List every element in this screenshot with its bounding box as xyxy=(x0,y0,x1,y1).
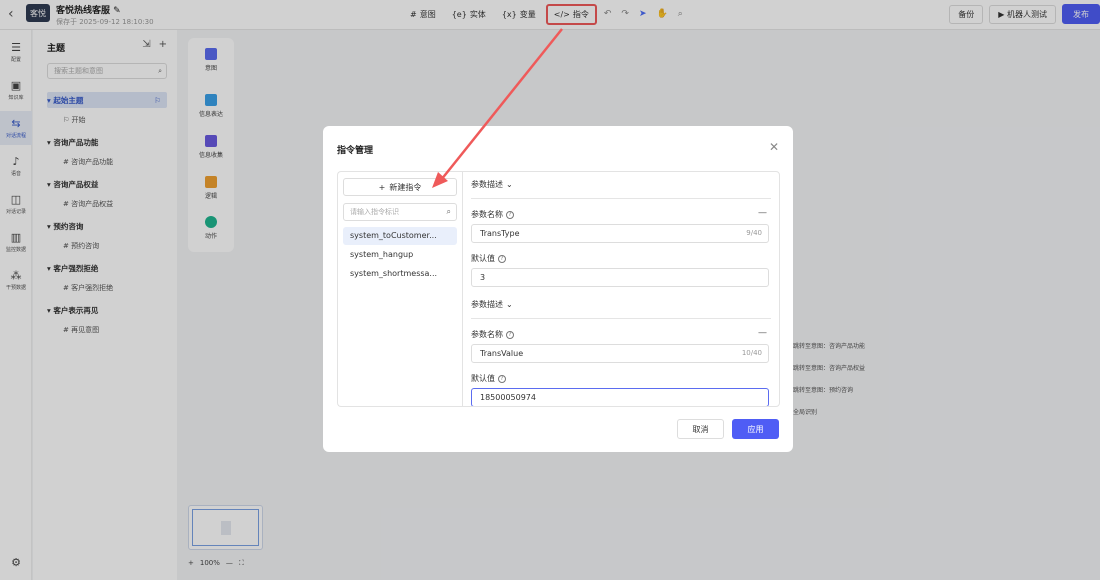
chevron-down-icon: ⌄ xyxy=(506,180,513,189)
instruction-search-input[interactable]: 请输入指令标识 ⌕ xyxy=(343,203,457,221)
param-desc-label: 参数描述 xyxy=(471,180,503,189)
remove-param-icon[interactable]: — xyxy=(758,328,767,338)
chevron-down-icon: ⌄ xyxy=(506,300,513,309)
dialog-title: 指令管理 xyxy=(337,146,374,156)
param-name-heading: 参数名称? xyxy=(471,209,514,220)
new-instruction-label: 新建指令 xyxy=(389,182,422,192)
plus-icon: + xyxy=(378,182,386,192)
param-desc-toggle[interactable]: 参数描述 ⌄ xyxy=(471,299,513,310)
divider xyxy=(471,198,771,199)
param-name-value: TransType xyxy=(480,229,520,238)
help-icon[interactable]: ? xyxy=(506,210,514,219)
param-name-field[interactable]: TransValue 10/40 xyxy=(471,344,769,363)
default-value-heading: 默认值? xyxy=(471,253,506,264)
param-desc-toggle[interactable]: 参数描述 ⌄ xyxy=(471,179,513,190)
param-name-label: 参数名称 xyxy=(471,330,503,339)
param-name-heading: 参数名称? xyxy=(471,329,514,340)
instruction-item[interactable]: system_toCustomer... xyxy=(343,227,457,245)
instruction-list-panel: + 新建指令 请输入指令标识 ⌕ system_toCustomer... syst… xyxy=(337,171,462,407)
instruction-item[interactable]: system_hangup xyxy=(343,246,457,264)
help-icon[interactable]: ? xyxy=(506,330,514,339)
char-count: 10/40 xyxy=(741,349,762,357)
instruction-item[interactable]: system_shortmessa... xyxy=(343,265,457,283)
search-icon: ⌕ xyxy=(446,207,451,216)
new-instruction-button[interactable]: + 新建指令 xyxy=(343,178,457,196)
param-name-label: 参数名称 xyxy=(471,210,503,219)
default-value-field[interactable]: 18500050974 xyxy=(471,388,769,406)
default-value-label: 默认值 xyxy=(471,254,495,263)
help-icon[interactable]: ? xyxy=(498,254,506,263)
instruction-search-placeholder: 请输入指令标识 xyxy=(350,208,399,216)
remove-param-icon[interactable]: — xyxy=(758,208,767,218)
default-value-label: 默认值 xyxy=(471,374,495,383)
default-value-heading: 默认值? xyxy=(471,373,506,384)
default-value-field[interactable]: 3 xyxy=(471,268,769,287)
instruction-detail-panel: 参数描述 ⌄ 参数名称? — TransType 9/40 默认值? 3 参数描述 ⌄… xyxy=(462,171,780,407)
help-icon[interactable]: ? xyxy=(498,374,506,383)
default-value: 3 xyxy=(480,273,486,282)
close-icon[interactable]: ✕ xyxy=(769,140,779,154)
apply-button[interactable]: 应用 xyxy=(732,419,779,439)
param-name-field[interactable]: TransType 9/40 xyxy=(471,224,769,243)
char-count: 9/40 xyxy=(746,229,762,237)
instruction-management-dialog: 指令管理 ✕ + 新建指令 请输入指令标识 ⌕ system_toCustomer.… xyxy=(323,126,793,452)
divider xyxy=(471,318,771,319)
param-desc-label: 参数描述 xyxy=(471,300,503,309)
default-value: 18500050974 xyxy=(480,393,536,402)
cancel-button[interactable]: 取消 xyxy=(677,419,724,439)
param-name-value: TransValue xyxy=(480,349,524,358)
